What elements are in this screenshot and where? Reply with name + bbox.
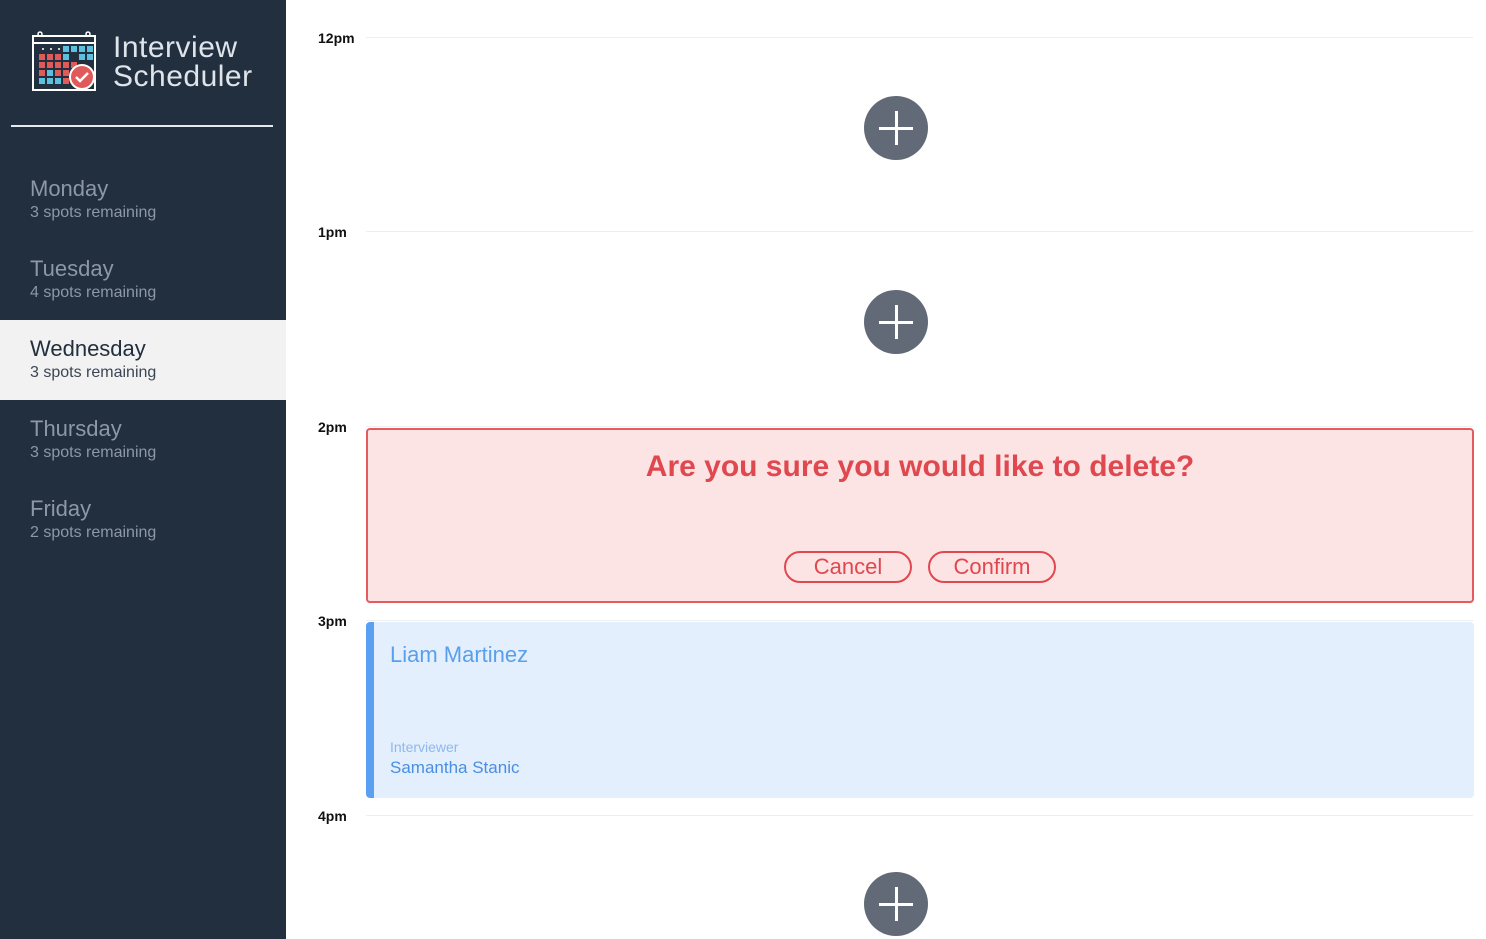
add-appointment-button[interactable] [864,872,928,936]
day-item-thursday[interactable]: Thursday 3 spots remaining [0,400,286,480]
day-item-wednesday[interactable]: Wednesday 3 spots remaining [0,320,286,400]
day-name: Monday [30,176,109,201]
day-name: Wednesday [30,336,146,361]
day-list: Monday 3 spots remaining Tuesday 4 spots… [0,160,286,560]
app-title-line2: Scheduler [113,60,253,93]
day-name: Thursday [30,416,122,441]
confirm-button[interactable]: Confirm [928,551,1056,583]
add-appointment-button[interactable] [864,96,928,160]
student-name: Liam Martinez [390,642,529,667]
appointment-card[interactable]: Liam Martinez Interviewer Samantha Stani… [366,622,1474,798]
sidebar: Interview Scheduler Monday 3 spots remai… [0,0,286,939]
day-spots: 2 spots remaining [30,524,157,541]
slot-time: 2pm [318,419,347,435]
slot-separator [366,37,1473,38]
interviewer-label: Interviewer [390,739,459,755]
day-item-monday[interactable]: Monday 3 spots remaining [0,160,286,240]
slot-time: 4pm [318,808,347,824]
day-spots: 3 spots remaining [30,364,157,381]
slot-separator [366,815,1473,816]
slot-time: 1pm [318,224,347,240]
slot-separator [366,426,1473,427]
slot-separator [366,231,1473,232]
time-slot-1pm: 1pm [286,224,1486,418]
day-spots: 3 spots remaining [30,444,157,461]
sidebar-divider [11,125,273,127]
interviewer-name: Samantha Stanic [390,758,520,777]
app-title-line1: Interview [113,31,238,64]
cancel-button[interactable]: Cancel [784,551,912,583]
slot-time: 12pm [318,30,355,46]
day-name: Friday [30,496,92,521]
delete-confirm-dialog: Are you sure you would like to delete? C… [366,428,1474,603]
time-slot-4pm: 4pm [286,808,1486,939]
day-spots: 3 spots remaining [30,204,157,221]
app-title: Interview Scheduler [113,31,253,93]
time-slot-3pm: 3pm Liam Martinez Interviewer Samantha S… [286,613,1486,807]
confirm-actions: Cancel Confirm [368,551,1472,583]
slot-separator [366,620,1473,621]
day-spots: 4 spots remaining [30,284,157,301]
schedule: 12pm 1pm 2pm Are you sure you would like… [286,0,1486,939]
time-slot-12pm: 12pm [286,30,1486,224]
day-item-friday[interactable]: Friday 2 spots remaining [0,480,286,560]
time-slot-2pm: 2pm Are you sure you would like to delet… [286,419,1486,613]
slot-time: 3pm [318,613,347,629]
calendar-check-icon [32,31,96,91]
day-name: Tuesday [30,256,114,281]
day-item-tuesday[interactable]: Tuesday 4 spots remaining [0,240,286,320]
brand: Interview Scheduler [31,30,253,94]
confirm-message: Are you sure you would like to delete? [645,450,1195,483]
add-appointment-button[interactable] [864,290,928,354]
